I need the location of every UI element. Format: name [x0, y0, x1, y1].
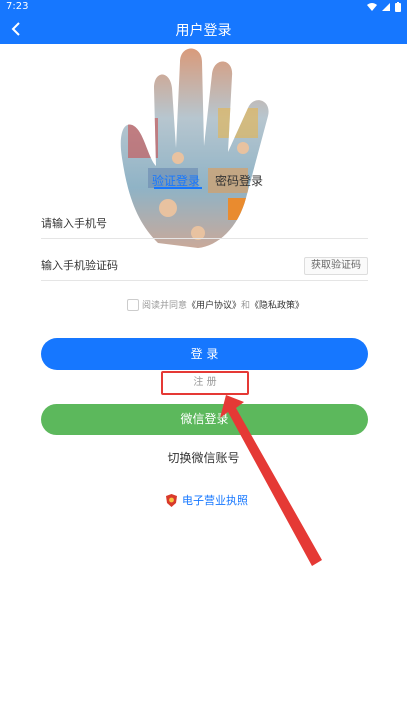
wechat-login-button[interactable]: 微信登录 — [41, 404, 368, 435]
code-input[interactable] — [41, 252, 261, 278]
agree-and: 和 — [241, 301, 251, 311]
get-code-button[interactable]: 获取验证码 — [304, 257, 368, 275]
code-field: 获取验证码 — [41, 252, 368, 281]
emblem-icon — [166, 493, 177, 507]
agree-checkbox[interactable] — [127, 298, 139, 311]
register-button[interactable]: 注 册 — [161, 371, 249, 395]
business-license-link[interactable]: 电子营业执照 — [165, 492, 248, 508]
login-button[interactable]: 登 录 — [41, 338, 368, 370]
business-license-label: 电子营业执照 — [182, 494, 248, 507]
tab-password-login[interactable]: 密码登录 — [215, 172, 263, 189]
app-header: 用户登录 — [0, 14, 407, 44]
user-agreement-link[interactable]: 《用户协议》 — [187, 298, 241, 311]
phone-field — [41, 210, 368, 239]
agree-prefix: 阅读并同意 — [142, 301, 188, 311]
status-time: 7:23 — [6, 1, 29, 12]
phone-input[interactable] — [41, 210, 261, 236]
battery-icon — [395, 2, 401, 12]
page-title: 用户登录 — [175, 23, 232, 39]
system-icons — [367, 0, 401, 14]
tab-active-underline — [154, 187, 202, 189]
agreement-row: 阅读并同意 《用户协议》 和 《隐私政策》 — [127, 298, 304, 311]
switch-wechat-account-link[interactable]: 切换微信账号 — [0, 449, 407, 466]
status-bar: 7:23 — [0, 0, 407, 14]
privacy-policy-link[interactable]: 《隐私政策》 — [250, 298, 304, 311]
signal-icon — [382, 3, 390, 11]
wifi-icon — [367, 3, 377, 11]
